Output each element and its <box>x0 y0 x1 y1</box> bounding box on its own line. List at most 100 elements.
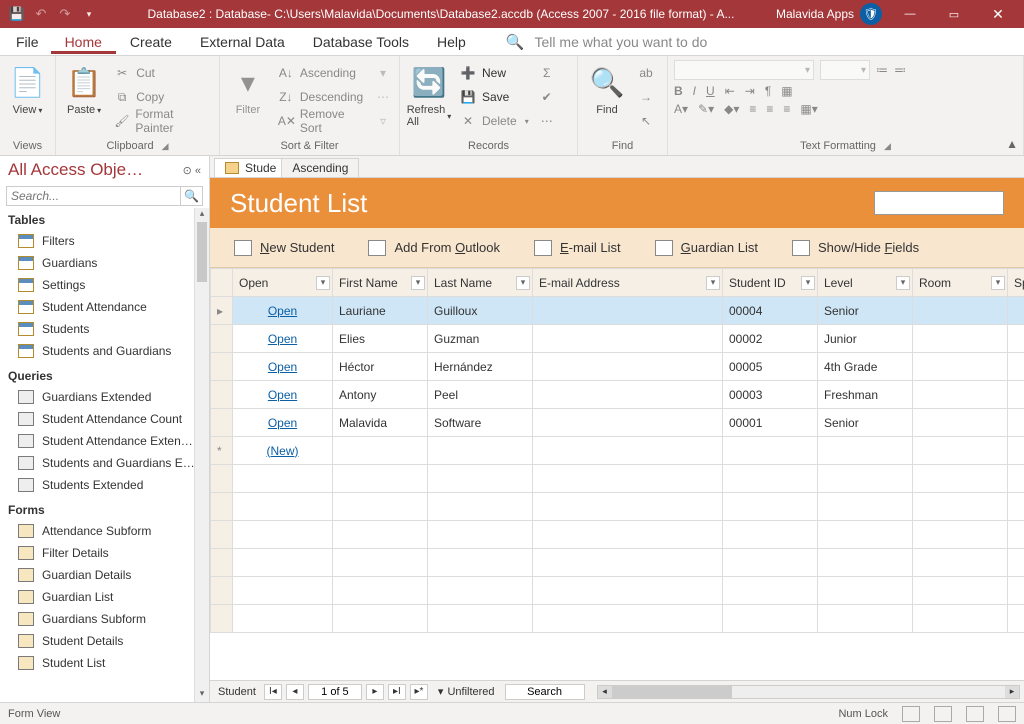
cell-open[interactable]: Open <box>233 353 333 381</box>
paste-button[interactable]: 📋 Paste▾ <box>62 60 106 118</box>
select-button[interactable]: ↖ <box>636 110 656 132</box>
save-record-button[interactable]: 💾Save <box>458 86 531 108</box>
font-size-select[interactable]: ▾ <box>820 60 870 80</box>
clipboard-dialog-launcher[interactable]: ◢ <box>162 141 169 152</box>
cell-email[interactable] <box>533 353 723 381</box>
cell-last-name[interactable]: Guilloux <box>428 297 533 325</box>
cell-first-name[interactable]: Lauriane <box>333 297 428 325</box>
font-name-select[interactable]: ▾ <box>674 60 814 80</box>
dropdown-icon[interactable]: ▾ <box>896 276 910 290</box>
undo-icon[interactable]: ↶ <box>30 3 52 25</box>
nav-item-guardian-list[interactable]: Guardian List <box>8 586 201 608</box>
tab-home[interactable]: Home <box>51 30 116 54</box>
col-room[interactable]: Room▾ <box>913 269 1008 297</box>
row-selector[interactable]: ▸ <box>211 297 233 325</box>
tab-create[interactable]: Create <box>116 30 186 54</box>
align-right-icon[interactable]: ≡ <box>783 102 790 116</box>
scroll-right-icon[interactable]: ▸ <box>1005 686 1019 698</box>
col-level[interactable]: Level▾ <box>818 269 913 297</box>
cell-room[interactable] <box>913 381 1008 409</box>
col-open[interactable]: Open▾ <box>233 269 333 297</box>
bullets-icon[interactable]: ≔ <box>876 63 888 77</box>
prev-record-button[interactable]: ◂ <box>286 684 304 700</box>
nav-item-student-details[interactable]: Student Details <box>8 630 201 652</box>
textfmt-dialog-launcher[interactable]: ◢ <box>884 141 891 152</box>
col-sp[interactable]: Sp <box>1008 269 1024 297</box>
nav-item-students-guardians[interactable]: Students and Guardians <box>8 340 201 362</box>
filter-button[interactable]: ▾ Filter <box>226 60 270 118</box>
dropdown-icon[interactable]: ▾ <box>316 276 330 290</box>
italic-button[interactable]: I <box>693 84 696 98</box>
email-list-button[interactable]: E-mail List <box>534 240 621 256</box>
more-records-button[interactable]: ⋯ <box>537 110 557 132</box>
cell-first-name[interactable]: Malavida <box>333 409 428 437</box>
last-record-button[interactable]: ▸I <box>388 684 406 700</box>
design-view-button[interactable] <box>998 706 1016 722</box>
next-record-button[interactable]: ▸ <box>366 684 384 700</box>
nav-item-settings[interactable]: Settings <box>8 274 201 296</box>
new-link[interactable]: (New) <box>239 444 326 458</box>
goto-button[interactable]: → <box>636 86 656 108</box>
grid-icon[interactable]: ▦ <box>781 84 792 98</box>
close-button[interactable]: ✕ <box>976 0 1020 28</box>
col-first-name[interactable]: First Name▾ <box>333 269 428 297</box>
new-student-button[interactable]: New Student <box>234 240 334 256</box>
file-tab[interactable]: File <box>4 30 51 54</box>
open-link[interactable]: Open <box>239 360 326 374</box>
horizontal-scrollbar[interactable]: ◂ ▸ <box>597 685 1020 699</box>
maximize-button[interactable]: ▭ <box>932 0 976 28</box>
scroll-left-icon[interactable]: ◂ <box>598 686 612 698</box>
indent-increase-icon[interactable]: ⇥ <box>745 84 755 98</box>
cell-open[interactable]: Open <box>233 381 333 409</box>
nav-item-students[interactable]: Students <box>8 318 201 340</box>
find-button[interactable]: 🔍 Find <box>584 60 630 118</box>
record-position-input[interactable] <box>308 684 362 700</box>
cell-open[interactable]: (New) <box>233 437 333 465</box>
open-link[interactable]: Open <box>239 388 326 402</box>
underline-button[interactable]: U <box>706 84 715 98</box>
advanced-filter-button[interactable]: ⋯ <box>373 86 393 108</box>
cell-last-name[interactable]: Hernández <box>428 353 533 381</box>
cell-level[interactable]: Senior <box>818 297 913 325</box>
cell-level[interactable]: Senior <box>818 409 913 437</box>
indent-decrease-icon[interactable]: ⇤ <box>725 84 735 98</box>
col-email[interactable]: E-mail Address▾ <box>533 269 723 297</box>
align-center-icon[interactable]: ≡ <box>766 102 773 116</box>
open-link[interactable]: Open <box>239 304 326 318</box>
nav-item-students-ext[interactable]: Students Extended <box>8 474 201 496</box>
cell-last-name[interactable]: Software <box>428 409 533 437</box>
nav-scrollbar[interactable]: ▴ ▾ <box>194 208 209 702</box>
save-icon[interactable]: 💾 <box>6 3 28 25</box>
cell-level[interactable]: 4th Grade <box>818 353 913 381</box>
doc-tab-student-list[interactable]: Stude <box>214 158 287 177</box>
cell-student-id[interactable]: 00003 <box>723 381 818 409</box>
dropdown-icon[interactable]: ▾ <box>991 276 1005 290</box>
nav-collapse-icon[interactable]: « <box>195 165 201 177</box>
col-student-id[interactable]: Student ID▾ <box>723 269 818 297</box>
cell-student-id[interactable]: 00005 <box>723 353 818 381</box>
cell-sp[interactable] <box>1008 297 1024 325</box>
open-link[interactable]: Open <box>239 416 326 430</box>
open-link[interactable]: Open <box>239 332 326 346</box>
cell-sp[interactable] <box>1008 325 1024 353</box>
guardian-list-button[interactable]: Guardian List <box>655 240 758 256</box>
tell-me-search[interactable]: 🔍 Tell me what you want to do <box>506 33 707 51</box>
nav-item-guardians-ext[interactable]: Guardians Extended <box>8 386 201 408</box>
cell-room[interactable] <box>913 297 1008 325</box>
row-selector[interactable]: * <box>211 437 233 465</box>
cell-sp[interactable] <box>1008 409 1024 437</box>
show-hide-fields-button[interactable]: Show/Hide Fields <box>792 240 919 256</box>
form-view-button[interactable] <box>902 706 920 722</box>
table-row[interactable]: ▸ Open LaurianeGuilloux 00004Senior <box>211 297 1024 325</box>
cell-student-id[interactable]: 00004 <box>723 297 818 325</box>
nav-item-attendance-subform[interactable]: Attendance Subform <box>8 520 201 542</box>
cell-student-id[interactable]: 00001 <box>723 409 818 437</box>
cell-level[interactable]: Junior <box>818 325 913 353</box>
cell-first-name[interactable]: Antony <box>333 381 428 409</box>
collapse-ribbon-button[interactable]: ▲ <box>1006 137 1018 151</box>
nav-group-queries[interactable]: Queries⌃ <box>8 366 201 386</box>
row-selector[interactable] <box>211 353 233 381</box>
table-row[interactable]: OpenHéctorHernández000054th Grade <box>211 353 1024 381</box>
select-all-corner[interactable] <box>211 269 233 297</box>
cell-open[interactable]: Open <box>233 325 333 353</box>
